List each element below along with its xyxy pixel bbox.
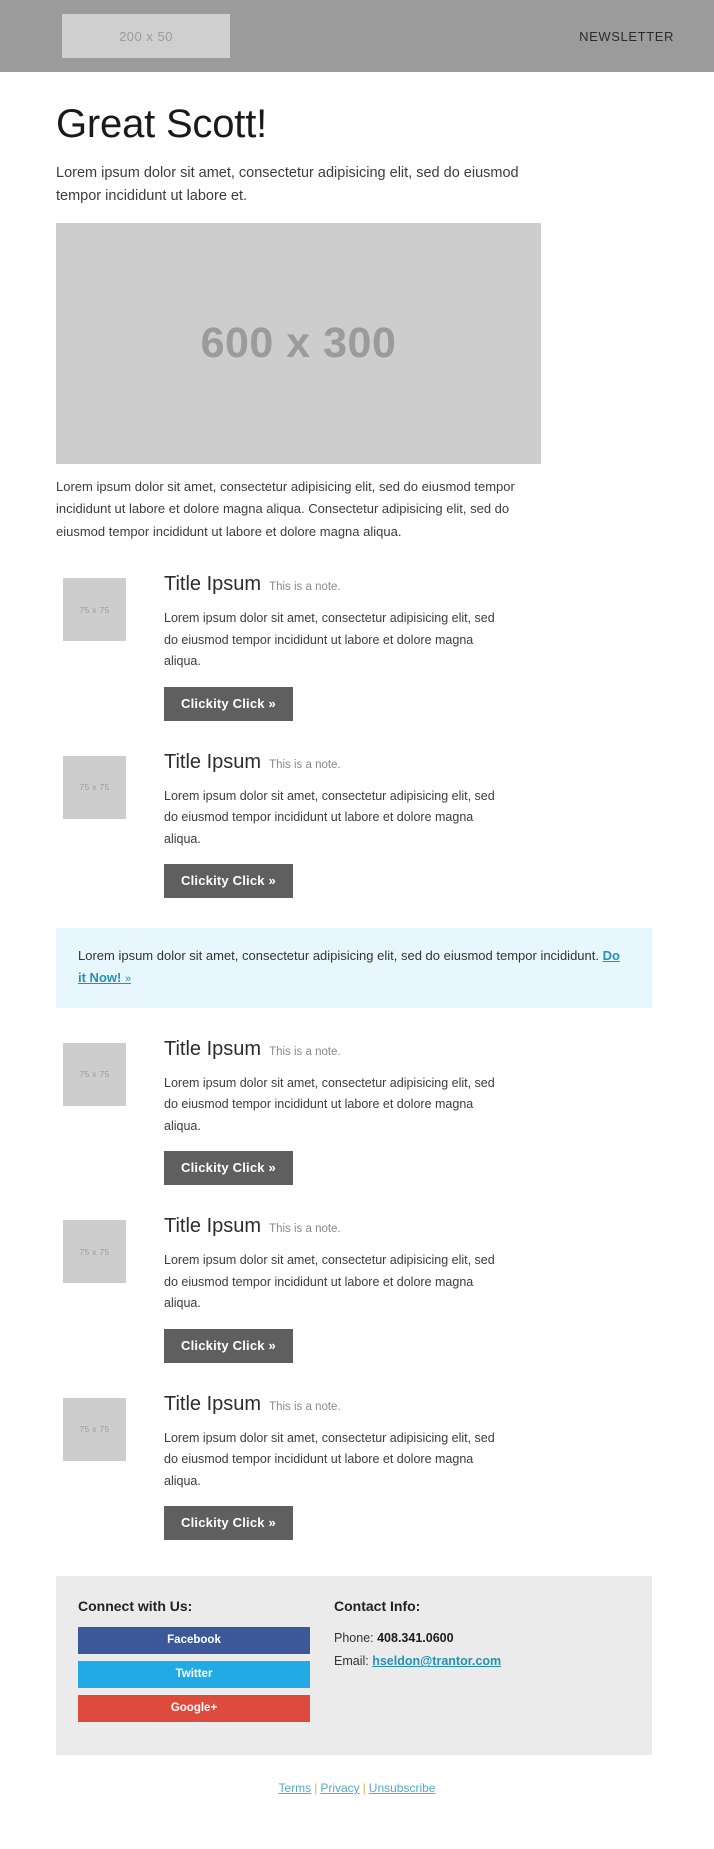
email-header: 200 x 50 NEWSLETTER bbox=[0, 0, 714, 72]
row-content: Title Ipsum This is a note. Lorem ipsum … bbox=[126, 1215, 652, 1363]
row-copy: Lorem ipsum dolor sit amet, consectetur … bbox=[164, 611, 495, 669]
row-thumbnail-label: 75 x 75 bbox=[79, 1246, 110, 1257]
row-copy: Lorem ipsum dolor sit amet, consectetur … bbox=[164, 1253, 495, 1311]
contact-column: Contact Info: Phone: 408.341.0600 Email:… bbox=[310, 1598, 501, 1729]
content-row: 75 x 75 Title Ipsum This is a note. Lore… bbox=[56, 751, 652, 899]
clickity-click-button[interactable]: Clickity Click » bbox=[164, 1328, 293, 1363]
logo-placeholder-label: 200 x 50 bbox=[119, 28, 173, 44]
terms-link[interactable]: Terms bbox=[279, 1781, 312, 1795]
callout-box: Lorem ipsum dolor sit amet, consectetur … bbox=[56, 928, 652, 1008]
row-thumbnail-label: 75 x 75 bbox=[79, 604, 110, 615]
row-thumbnail[interactable]: 75 x 75 bbox=[63, 578, 126, 642]
link-separator: | bbox=[362, 1781, 366, 1796]
row-content: Title Ipsum This is a note. Lorem ipsum … bbox=[126, 1038, 652, 1186]
row-copy: Lorem ipsum dolor sit amet, consectetur … bbox=[164, 1075, 495, 1133]
row-content: Title Ipsum This is a note. Lorem ipsum … bbox=[126, 1393, 652, 1541]
row-content: Title Ipsum This is a note. Lorem ipsum … bbox=[126, 573, 652, 721]
row-thumbnail[interactable]: 75 x 75 bbox=[63, 1397, 126, 1461]
row-title: Title Ipsum bbox=[164, 750, 262, 773]
body-paragraph: Lorem ipsum dolor sit amet, consectetur … bbox=[56, 478, 515, 539]
row-copy: Lorem ipsum dolor sit amet, consectetur … bbox=[164, 788, 495, 846]
row-title: Title Ipsum bbox=[164, 1392, 262, 1415]
row-thumbnail[interactable]: 75 x 75 bbox=[63, 755, 126, 819]
social-button-twitter[interactable]: Twitter bbox=[78, 1661, 310, 1689]
header-newsletter-link[interactable]: NEWSLETTER bbox=[579, 29, 674, 44]
row-thumbnail[interactable]: 75 x 75 bbox=[63, 1220, 126, 1284]
content-row: 75 x 75 Title Ipsum This is a note. Lore… bbox=[56, 1393, 652, 1541]
row-header: Title Ipsum This is a note. bbox=[164, 573, 652, 596]
social-button-googleplus-label: Google+ bbox=[170, 1702, 218, 1715]
contact-phone-value: 408.341.0600 bbox=[377, 1631, 454, 1646]
row-note: This is a note. bbox=[269, 1400, 341, 1413]
row-content: Title Ipsum This is a note. Lorem ipsum … bbox=[126, 751, 652, 899]
social-button-googleplus[interactable]: Google+ bbox=[78, 1695, 310, 1723]
email-body: Great Scott! Lorem ipsum dolor sit amet,… bbox=[0, 102, 714, 1756]
social-button-facebook-label: Facebook bbox=[167, 1634, 221, 1647]
footer-links: Terms | Privacy | Unsubscribe bbox=[0, 1755, 714, 1825]
contact-email-label: Email: bbox=[334, 1654, 373, 1669]
contact-email: Email: hseldon@trantor.com bbox=[334, 1650, 501, 1673]
footer-panel: Connect with Us: Facebook Twitter Google… bbox=[56, 1576, 652, 1756]
hero-image-placeholder-label: 600 x 300 bbox=[200, 318, 397, 367]
contact-phone-label: Phone: bbox=[334, 1631, 378, 1646]
social-button-twitter-label: Twitter bbox=[175, 1668, 213, 1681]
logo-placeholder[interactable]: 200 x 50 bbox=[62, 14, 230, 58]
hero-image-placeholder[interactable]: 600 x 300 bbox=[56, 222, 541, 464]
privacy-link[interactable]: Privacy bbox=[320, 1781, 359, 1795]
content-row: 75 x 75 Title Ipsum This is a note. Lore… bbox=[56, 1215, 652, 1363]
row-title: Title Ipsum bbox=[164, 1037, 262, 1060]
row-copy: Lorem ipsum dolor sit amet, consectetur … bbox=[164, 1430, 495, 1488]
social-button-facebook[interactable]: Facebook bbox=[78, 1627, 310, 1655]
row-title: Title Ipsum bbox=[164, 1215, 262, 1238]
row-header: Title Ipsum This is a note. bbox=[164, 1038, 652, 1061]
row-note: This is a note. bbox=[269, 1045, 341, 1058]
intro-paragraph: Lorem ipsum dolor sit amet, consectetur … bbox=[56, 165, 519, 205]
row-note: This is a note. bbox=[269, 581, 341, 594]
content-row: 75 x 75 Title Ipsum This is a note. Lore… bbox=[56, 1038, 652, 1186]
contact-heading: Contact Info: bbox=[334, 1598, 421, 1615]
page-title: Great Scott! bbox=[56, 102, 268, 146]
contact-email-link[interactable]: hseldon@trantor.com bbox=[372, 1654, 501, 1668]
contact-phone: Phone: 408.341.0600 bbox=[334, 1627, 501, 1650]
row-thumbnail[interactable]: 75 x 75 bbox=[63, 1042, 126, 1106]
row-thumbnail-label: 75 x 75 bbox=[79, 1069, 110, 1080]
link-separator: | bbox=[314, 1781, 318, 1796]
clickity-click-button[interactable]: Clickity Click » bbox=[164, 864, 293, 899]
unsubscribe-link[interactable]: Unsubscribe bbox=[369, 1781, 436, 1795]
connect-heading: Connect with Us: bbox=[78, 1598, 193, 1615]
chevron-right-icon: » bbox=[124, 973, 132, 986]
connect-column: Connect with Us: Facebook Twitter Google… bbox=[78, 1598, 310, 1729]
row-thumbnail-label: 75 x 75 bbox=[79, 1424, 110, 1435]
clickity-click-button[interactable]: Clickity Click » bbox=[164, 686, 293, 721]
row-thumbnail-label: 75 x 75 bbox=[79, 782, 110, 793]
row-header: Title Ipsum This is a note. bbox=[164, 1393, 652, 1416]
row-header: Title Ipsum This is a note. bbox=[164, 1215, 652, 1238]
clickity-click-button[interactable]: Clickity Click » bbox=[164, 1151, 293, 1186]
row-note: This is a note. bbox=[269, 1223, 341, 1236]
row-title: Title Ipsum bbox=[164, 573, 262, 596]
callout-text: Lorem ipsum dolor sit amet, consectetur … bbox=[78, 948, 603, 964]
clickity-click-button[interactable]: Clickity Click » bbox=[164, 1506, 293, 1541]
row-note: This is a note. bbox=[269, 758, 341, 771]
content-row: 75 x 75 Title Ipsum This is a note. Lore… bbox=[56, 573, 652, 721]
row-header: Title Ipsum This is a note. bbox=[164, 751, 652, 774]
